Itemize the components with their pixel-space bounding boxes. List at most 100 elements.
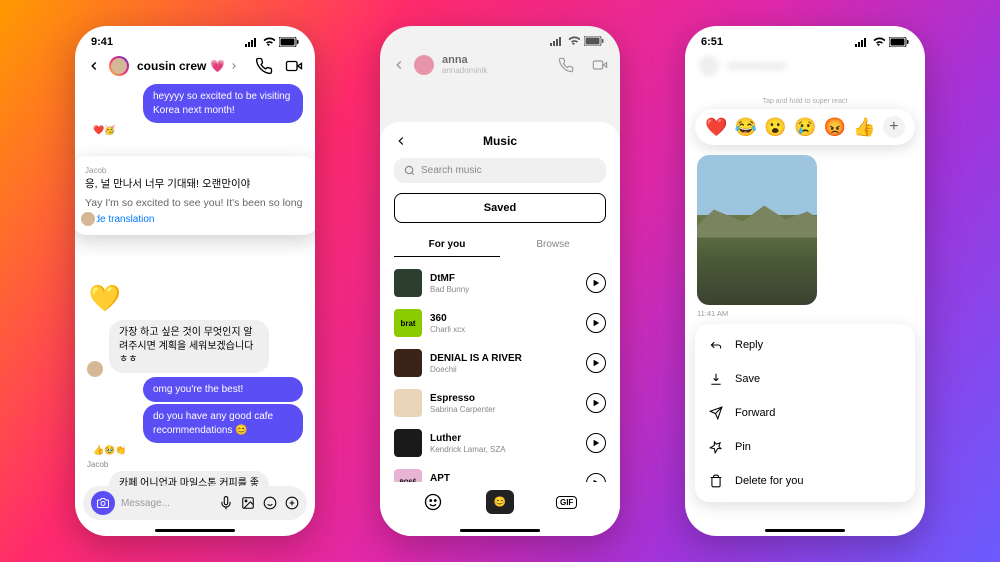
react-heart[interactable]: ❤️: [705, 117, 727, 138]
music-tabs: For you Browse: [394, 233, 606, 257]
tab-browse[interactable]: Browse: [500, 233, 606, 257]
react-laugh[interactable]: 😂: [735, 117, 757, 138]
home-indicator[interactable]: [460, 529, 540, 532]
mic-icon[interactable]: [219, 496, 233, 510]
play-button[interactable]: [586, 393, 606, 413]
track-artist: Sabrina Carpenter: [430, 405, 578, 414]
phone-react: 6:51 Tap and hold to super react ❤️ 😂 😮 …: [685, 26, 925, 536]
track-artist: Doechii: [430, 365, 578, 374]
sheet-title: Music: [483, 134, 517, 148]
track-title: Espresso: [430, 393, 578, 405]
menu-forward[interactable]: Forward: [695, 396, 915, 430]
react-sad[interactable]: 😢: [794, 117, 816, 138]
status-indicators: [549, 36, 604, 46]
reply-icon: [709, 338, 723, 352]
back-icon[interactable]: [87, 59, 101, 73]
track-title: DENIAL IS A RIVER: [430, 353, 578, 365]
status-indicators: [244, 37, 299, 47]
track-row[interactable]: brat 360Charli xcx: [394, 303, 606, 343]
saved-button[interactable]: Saved: [394, 193, 606, 223]
react-hint: Tap and hold to super react: [697, 98, 913, 105]
search-input[interactable]: Search music: [394, 158, 606, 183]
save-icon: [709, 372, 723, 386]
track-row[interactable]: LutherKendrick Lamar, SZA: [394, 423, 606, 463]
timestamp: 11:41 AM: [697, 309, 913, 318]
react-thumbs[interactable]: 👍: [853, 117, 875, 138]
status-bar: [380, 26, 620, 50]
composer: Message...: [83, 486, 307, 520]
track-artist: Charli xcx: [430, 325, 578, 334]
album-art: [394, 429, 422, 457]
status-indicators: [854, 37, 909, 47]
back-icon[interactable]: [394, 134, 408, 148]
tab-gif[interactable]: GIF: [553, 490, 581, 514]
chevron-right-icon: [229, 61, 239, 71]
sender-avatar[interactable]: [87, 361, 103, 377]
status-time: 9:41: [91, 36, 113, 48]
avatar[interactable]: [109, 56, 129, 76]
album-art: [394, 389, 422, 417]
search-icon: [404, 165, 415, 176]
pin-icon: [709, 440, 723, 454]
message-sent[interactable]: omg you're the best!: [143, 377, 303, 403]
bottom-tabs: 😊 GIF: [380, 482, 620, 522]
home-indicator[interactable]: [765, 529, 845, 532]
status-time: 6:51: [701, 36, 723, 48]
translation-original: 응, 널 만나서 너무 기대돼! 오랜만이야: [85, 177, 305, 192]
sticker-icon[interactable]: [263, 496, 277, 510]
translation-card: Jacob 응, 널 만나서 너무 기대돼! 오랜만이야 Yay I'm so …: [75, 156, 315, 235]
video-icon[interactable]: [285, 57, 303, 75]
message-reactions[interactable]: 👍🥹👏: [87, 445, 303, 456]
call-icon[interactable]: [255, 57, 273, 75]
message-input[interactable]: Message...: [121, 498, 213, 509]
message-reactions[interactable]: ❤️🥳: [87, 125, 303, 136]
plus-icon[interactable]: [285, 496, 299, 510]
play-button[interactable]: [586, 313, 606, 333]
sender-avatar[interactable]: [79, 210, 97, 228]
delete-icon: [709, 474, 723, 488]
track-artist: Bad Bunny: [430, 285, 578, 294]
message-received[interactable]: 가장 하고 싶은 것이 무엇인지 알려주시면 계획을 세워보겠습니다 ㅎㅎ: [109, 320, 269, 373]
menu-pin[interactable]: Pin: [695, 430, 915, 464]
blurred-header: [685, 52, 925, 92]
play-button[interactable]: [586, 433, 606, 453]
track-row[interactable]: DENIAL IS A RIVERDoechii: [394, 343, 606, 383]
chat-header-dimmed: anna annadominik: [380, 50, 620, 79]
react-more-button[interactable]: +: [883, 116, 905, 138]
tab-stickers[interactable]: 😊: [486, 490, 514, 514]
sender-label: Jacob: [85, 166, 305, 175]
chat-name[interactable]: cousin crew 💗: [137, 59, 247, 73]
phone-chat: 9:41 cousin crew 💗 heyyyy so excited to …: [75, 26, 315, 536]
menu-save[interactable]: Save: [695, 362, 915, 396]
react-wow[interactable]: 😮: [764, 117, 786, 138]
media-attachment[interactable]: [697, 155, 817, 305]
photo-icon[interactable]: [241, 496, 255, 510]
menu-delete[interactable]: Delete for you: [695, 464, 915, 498]
status-bar: 9:41: [75, 26, 315, 52]
menu-reply[interactable]: Reply: [695, 328, 915, 362]
track-title: 360: [430, 313, 578, 325]
chat-header: cousin crew 💗: [75, 52, 315, 84]
context-menu: Reply Save Forward Pin Delete for you: [695, 324, 915, 502]
track-row[interactable]: DtMFBad Bunny: [394, 263, 606, 303]
album-art: [394, 349, 422, 377]
message-sent[interactable]: do you have any good cafe recommendation…: [143, 404, 303, 443]
track-row[interactable]: EspressoSabrina Carpenter: [394, 383, 606, 423]
hide-translation-link[interactable]: Hide translation: [85, 214, 305, 225]
sender-label: Jacob: [87, 460, 303, 469]
sticker[interactable]: 💛: [87, 280, 123, 316]
camera-button[interactable]: [91, 491, 115, 515]
album-art: brat: [394, 309, 422, 337]
track-title: Luther: [430, 433, 578, 445]
track-list: DtMFBad Bunny brat 360Charli xcx DENIAL I…: [394, 263, 606, 503]
call-icon: [558, 57, 574, 73]
tab-avatar[interactable]: [419, 490, 447, 514]
phone-music: anna annadominik Music Search music Save…: [380, 26, 620, 536]
play-button[interactable]: [586, 353, 606, 373]
react-angry[interactable]: 😡: [824, 117, 846, 138]
message-sent[interactable]: heyyyy so excited to be visiting Korea n…: [143, 84, 303, 123]
tab-for-you[interactable]: For you: [394, 233, 500, 257]
play-button[interactable]: [586, 273, 606, 293]
chat-name: anna: [442, 54, 550, 66]
home-indicator[interactable]: [155, 529, 235, 532]
